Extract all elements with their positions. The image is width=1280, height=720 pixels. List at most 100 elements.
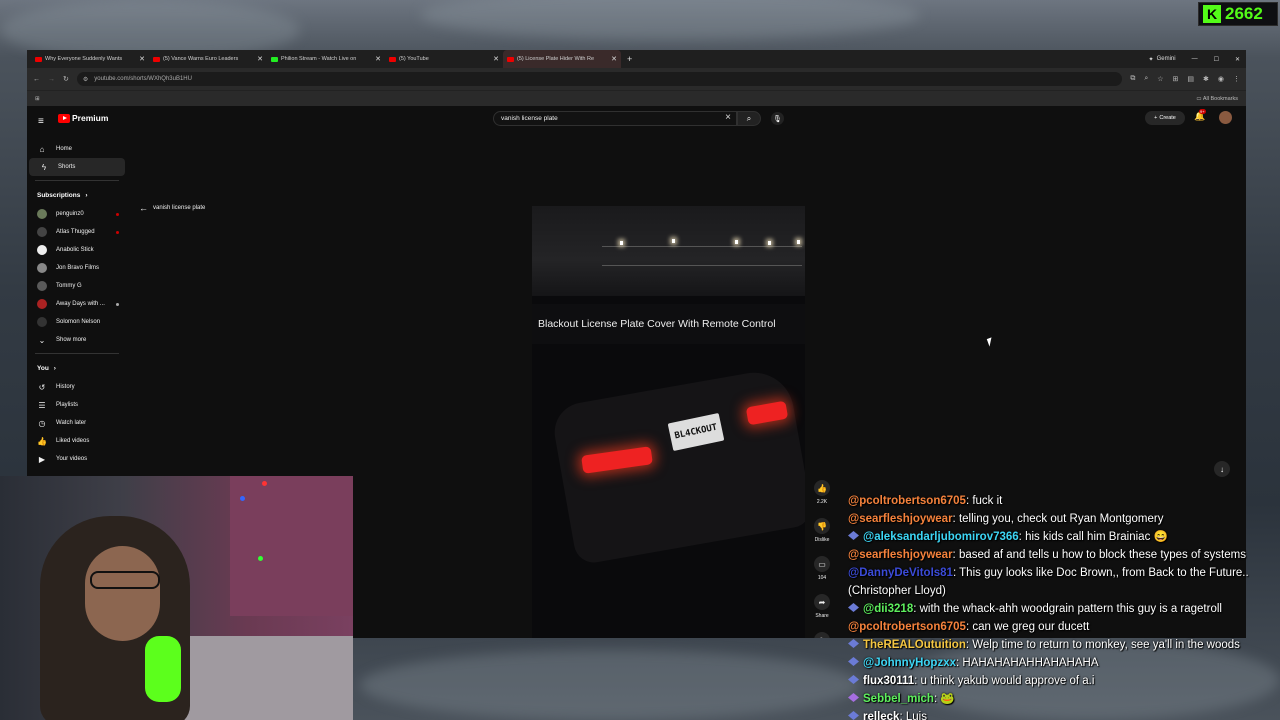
sidebar-item-history[interactable]: ↺ History: [27, 378, 127, 396]
apps-grid-icon[interactable]: ⊞: [35, 96, 40, 102]
browser-tab[interactable]: (5) Vance Warns Euro Leaders ✕: [149, 50, 267, 68]
browser-tab-active[interactable]: (5) License Plate Hider With Re ✕: [503, 50, 621, 68]
channel-avatar: [37, 299, 47, 309]
chat-message: @dii3218: with the whack-ahh woodgrain p…: [848, 600, 1280, 618]
clock-icon: ◷: [38, 418, 46, 428]
all-bookmarks-button[interactable]: ▭ All Bookmarks: [1196, 96, 1238, 102]
chat-text: Welp time to return to monkey, see ya'll…: [972, 639, 1240, 651]
notification-badge: 9+: [1199, 109, 1206, 114]
address-bar[interactable]: ⚙ youtube.com/shorts/WXhQh3uB1HU: [76, 72, 1123, 86]
sidebar-subscription[interactable]: Atlas Thugged: [27, 223, 127, 241]
kick-counter-value: 2662: [1225, 4, 1263, 23]
gemini-button[interactable]: ✦ Gemini: [1149, 56, 1176, 63]
like-button[interactable]: 👍 2.2K: [814, 480, 830, 505]
maximize-icon[interactable]: ☐: [1214, 56, 1219, 63]
close-tab-icon[interactable]: ✕: [611, 55, 617, 63]
close-tab-icon[interactable]: ✕: [493, 55, 499, 63]
show-more-button[interactable]: ⌄ Show more: [27, 331, 127, 349]
url-text: youtube.com/shorts/WXhQh3uB1HU: [94, 76, 192, 82]
reload-icon[interactable]: ↻: [63, 75, 69, 83]
extensions-puzzle-icon[interactable]: ✱: [1203, 75, 1209, 83]
sidebar-subscription[interactable]: Anabolic Stick: [27, 241, 127, 259]
channel-name: Anabolic Stick: [56, 247, 94, 253]
sidebar-subscription[interactable]: penguinz0: [27, 205, 127, 223]
live-dot: [116, 212, 119, 216]
new-content-dot: [116, 302, 119, 306]
sidebar-item-your-videos[interactable]: ▶ Your videos: [27, 450, 127, 468]
sidebar-item-liked[interactable]: 👍 Liked videos: [27, 432, 127, 450]
back-nav-icon[interactable]: ←: [33, 76, 40, 83]
zoom-icon[interactable]: ⌕: [1144, 75, 1148, 83]
dislike-button[interactable]: 👎 Dislike: [814, 518, 830, 543]
chat-username[interactable]: @JohnnyHopzxx: [863, 657, 956, 669]
create-button[interactable]: + Create: [1145, 111, 1185, 125]
bookmark-star-icon[interactable]: ☆: [1157, 75, 1163, 83]
sidebar-item-playlists[interactable]: ☰ Playlists: [27, 396, 127, 414]
notifications-button[interactable]: 🔔 9+: [1194, 109, 1206, 122]
remix-button[interactable]: ⟳1: [814, 632, 830, 638]
close-tab-icon[interactable]: ✕: [375, 55, 381, 63]
close-tab-icon[interactable]: ✕: [257, 55, 263, 63]
chat-username[interactable]: @pcoltrobertson6705: [848, 495, 966, 507]
voice-search-button[interactable]: 🎙: [771, 112, 784, 125]
browser-tab[interactable]: (5) YouTube ✕: [385, 50, 503, 68]
subscriptions-header[interactable]: Subscriptions ›: [27, 185, 127, 205]
youtube-header: ≡ Premium vanish license plate × ⌕ 🎙 + Cr…: [27, 106, 1246, 140]
chat-username[interactable]: @searfleshjoywear: [848, 513, 953, 525]
all-bookmarks-label: All Bookmarks: [1202, 95, 1238, 102]
youtube-logo[interactable]: Premium: [58, 113, 108, 123]
chat-username[interactable]: @pcoltrobertson6705: [848, 621, 966, 633]
chat-username[interactable]: @dii3218: [863, 603, 913, 615]
tab-title: Why Everyone Suddenly Wants: [45, 56, 123, 62]
browser-tab[interactable]: Philion Stream - Watch Live on ✕: [267, 50, 385, 68]
chat-username[interactable]: relleck: [863, 711, 899, 720]
sidebar-item-shorts[interactable]: ϟ Shorts: [29, 158, 125, 176]
minimize-icon[interactable]: —: [1192, 56, 1198, 62]
comment-icon: ▭: [814, 556, 830, 572]
chat-username[interactable]: @searfleshjoywear: [848, 549, 953, 561]
thumbs-down-icon: 👎: [814, 518, 830, 534]
back-to-search[interactable]: ← vanish license plate: [139, 203, 205, 213]
media-icon[interactable]: ▤: [1187, 75, 1194, 83]
playlists-icon: ☰: [38, 400, 46, 410]
chat-message: (Christopher Lloyd): [848, 582, 1280, 600]
clear-search-icon[interactable]: ×: [725, 112, 731, 123]
shorts-video-player[interactable]: Blackout License Plate Cover With Remote…: [532, 206, 805, 638]
account-avatar[interactable]: [1219, 111, 1232, 124]
logo-text: Premium: [72, 113, 109, 123]
tab-title: (5) Vance Warns Euro Leaders: [163, 56, 239, 62]
sidebar-subscription[interactable]: Jon Bravo Films: [27, 259, 127, 277]
chat-username[interactable]: flux30111: [863, 675, 914, 687]
close-tab-icon[interactable]: ✕: [139, 55, 145, 63]
hamburger-menu-icon[interactable]: ≡: [38, 117, 46, 127]
chat-username[interactable]: Sebbel_mich: [863, 693, 934, 705]
glasses: [90, 571, 160, 589]
search-input[interactable]: vanish license plate ×: [493, 111, 737, 126]
chat-username[interactable]: TheREALOutuition: [863, 639, 966, 651]
sidebar-item-watch-later[interactable]: ◷ Watch later: [27, 414, 127, 432]
share-button[interactable]: ➦ Share: [814, 594, 830, 619]
sidebar-subscription[interactable]: Away Days with ...: [27, 295, 127, 313]
chat-username[interactable]: @aleksandarljubomirov7366: [863, 531, 1019, 543]
subscriptions-label: Subscriptions: [37, 191, 81, 199]
sidebar-item-home[interactable]: ⌂ Home: [27, 140, 127, 158]
chat-username[interactable]: @DannyDeVitoIs81: [848, 567, 953, 579]
profile-icon[interactable]: ◉: [1218, 75, 1224, 83]
comments-button[interactable]: ▭ 104: [814, 556, 830, 581]
search-button[interactable]: ⌕: [737, 111, 761, 126]
new-tab-icon[interactable]: +: [627, 54, 632, 64]
youtube-favicon-icon: [35, 56, 42, 62]
sidebar-subscription[interactable]: Solomon Nelson: [27, 313, 127, 331]
install-app-icon[interactable]: ⧉: [1130, 75, 1135, 83]
browser-tab[interactable]: Why Everyone Suddenly Wants ✕: [31, 50, 149, 68]
extension-icon[interactable]: ⊞: [1173, 75, 1179, 83]
channel-name: Tommy G: [56, 283, 82, 289]
sidebar-subscription[interactable]: Tommy G: [27, 277, 127, 295]
street-light: [768, 241, 771, 245]
close-window-icon[interactable]: ✕: [1235, 56, 1240, 63]
you-header[interactable]: You ›: [27, 358, 127, 378]
next-short-button[interactable]: ↓: [1214, 461, 1230, 477]
forward-nav-icon[interactable]: →: [48, 76, 55, 83]
browser-menu-icon[interactable]: ⋮: [1233, 75, 1240, 83]
site-info-icon[interactable]: ⚙: [83, 76, 88, 83]
